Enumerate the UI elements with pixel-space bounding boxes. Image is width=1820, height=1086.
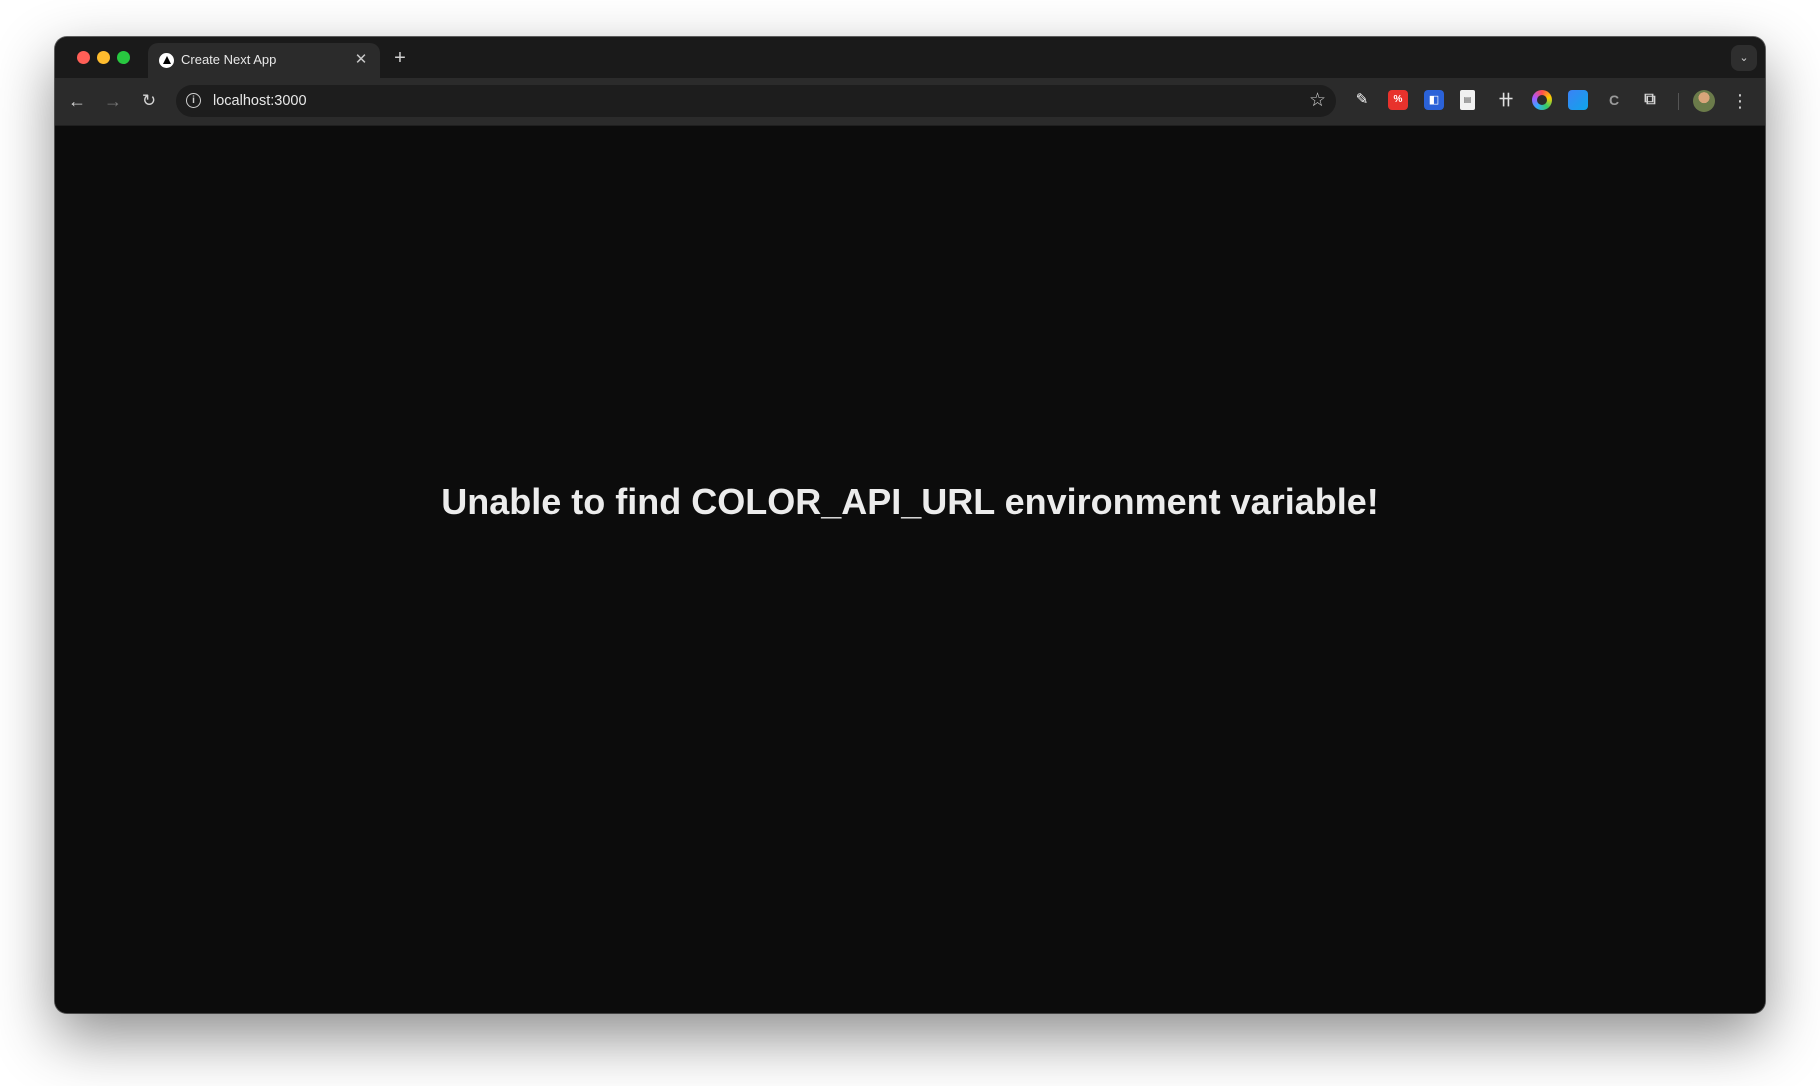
site-info-icon[interactable]: i: [186, 93, 201, 108]
password-manager-icon[interactable]: ◧: [1424, 90, 1444, 110]
color-wheel-icon[interactable]: [1532, 90, 1552, 110]
address-bar[interactable]: i localhost:3000 ☆: [176, 85, 1336, 117]
code-extension-icon[interactable]: C: [1604, 90, 1624, 110]
toolbar-divider: [1678, 93, 1679, 110]
browser-menu-icon[interactable]: ⋮: [1729, 87, 1751, 115]
window-maximize-button[interactable]: [117, 51, 130, 64]
tab-title: Create Next App: [181, 52, 277, 67]
document-extension-icon[interactable]: ▤: [1460, 90, 1475, 110]
tab-create-next-app[interactable]: Create Next App ✕: [148, 43, 380, 78]
browser-window: Create Next App ✕ + ⌄ ← → ↻ i localhost:…: [55, 37, 1765, 1013]
forward-button[interactable]: →: [99, 87, 127, 115]
window-minimize-button[interactable]: [97, 51, 110, 64]
page-viewport: Unable to find COLOR_API_URL environment…: [55, 126, 1765, 1013]
tab-search-button[interactable]: ⌄: [1731, 45, 1757, 71]
eyedropper-icon[interactable]: ✎: [1352, 90, 1372, 110]
extensions-puzzle-icon[interactable]: ⧉: [1640, 90, 1660, 110]
window-close-button[interactable]: [77, 51, 90, 64]
reload-button[interactable]: ↻: [135, 87, 163, 115]
tab-strip: Create Next App ✕ + ⌄: [55, 37, 1765, 78]
error-message: Unable to find COLOR_API_URL environment…: [441, 481, 1379, 522]
nextjs-triangle-icon: [159, 53, 174, 68]
close-tab-icon[interactable]: ✕: [350, 49, 372, 71]
web-developer-icon[interactable]: 卄: [1496, 90, 1516, 110]
translate-extension-icon[interactable]: %: [1388, 90, 1408, 110]
back-button[interactable]: ←: [63, 87, 91, 115]
image-extension-icon[interactable]: [1568, 90, 1588, 110]
profile-avatar[interactable]: [1693, 90, 1715, 112]
new-tab-button[interactable]: +: [387, 46, 413, 72]
bookmark-star-icon[interactable]: ☆: [1309, 89, 1326, 113]
browser-toolbar: ← → ↻ i localhost:3000 ☆ ✎ % ◧ ▤ 卄 C ⧉ ⋮: [55, 78, 1765, 126]
url-text[interactable]: localhost:3000: [213, 93, 307, 109]
